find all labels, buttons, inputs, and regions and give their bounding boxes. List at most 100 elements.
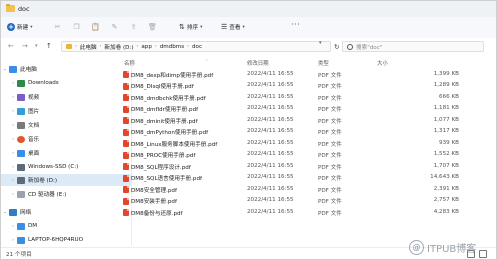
chevron-down-icon[interactable]: ⌄ (1, 210, 9, 215)
chevron-right-icon[interactable]: › (9, 81, 17, 86)
file-row[interactable]: DM8_dminit使用手册.pdf 2022/4/11 16:55 PDF 文… (123, 114, 496, 126)
up-arrow-icon[interactable]: ↑ (46, 42, 52, 50)
file-type: PDF 文件 (318, 118, 342, 125)
column-header-type[interactable]: 类型 (318, 59, 329, 67)
sidebar-item-drive-c[interactable]: › Windows-SSD (C:) (1, 161, 139, 173)
breadcrumb-item[interactable]: app (141, 44, 152, 50)
file-size: 1,552 KB (433, 151, 459, 157)
column-header-name[interactable]: 名称 (124, 59, 135, 67)
sidebar-item-dm[interactable]: › DM (1, 220, 139, 232)
file-date: 2022/4/11 16:55 (247, 116, 294, 123)
file-size: 2,391 KB (433, 185, 459, 192)
address-row: ← → ▾ ↑ › 此电脑 › 新加卷 (D:) › app › dmdbms … (1, 38, 496, 55)
column-header-date[interactable]: 修改日期 (247, 59, 269, 67)
sidebar-item-network[interactable]: ⌄ 网络 (1, 206, 131, 218)
file-row[interactable]: DM8_dexp和dimp使用手册.pdf 2022/4/11 16:55 PD… (123, 68, 496, 80)
sidebar-item-this-pc[interactable]: ⌄ 此电脑 (1, 63, 131, 75)
chevron-right-icon[interactable]: › (9, 165, 17, 170)
chevron-right-icon[interactable]: › (9, 192, 17, 197)
chevron-right-icon[interactable]: › (9, 224, 17, 229)
watermark-logo-icon: @ (409, 239, 424, 255)
file-name: DM8_dmdbchk使用手册.pdf (131, 95, 206, 102)
chevron-right-icon[interactable]: › (9, 95, 17, 100)
sidebar-item-laptop[interactable]: › LAPTOP-6HQP4RUO (1, 234, 139, 246)
file-row[interactable]: DM8_Linux服务脚本使用手册.pdf 2022/4/11 16:55 PD… (123, 137, 496, 149)
new-button[interactable]: + 新建 ▾ (5, 21, 43, 33)
refresh-icon[interactable]: ↻ (334, 43, 339, 51)
file-row[interactable]: DM8_dmfldr使用手册.pdf 2022/4/11 16:55 PDF 文… (123, 103, 496, 115)
sidebar-item-downloads[interactable]: › Downloads (1, 77, 139, 89)
file-size: 666 KB (439, 93, 459, 100)
file-type: PDF 文件 (318, 141, 342, 148)
recent-locations-icon[interactable]: ▾ (35, 43, 38, 49)
plus-icon: + (7, 23, 15, 31)
sidebar-item-drive-d[interactable]: › 新加卷 (D:) (1, 174, 131, 186)
file-name: DM8_SQL语言使用手册.pdf (131, 176, 202, 182)
file-name: DM8_PROC使用手册.pdf (131, 153, 196, 159)
view-icon: ☰ (221, 23, 228, 31)
forward-arrow-icon[interactable]: → (22, 42, 28, 50)
copy-icon[interactable]: ❐ (72, 22, 81, 31)
file-size: 1,317 KB (433, 128, 459, 134)
video-icon (17, 93, 25, 101)
watermark: @ ITPUB博客 (409, 237, 495, 257)
file-row[interactable]: DM8_PROC使用手册.pdf 2022/4/11 16:55 PDF 文件 … (123, 149, 496, 161)
file-row[interactable]: DM8备份与还原.pdf 2022/4/11 16:55 PDF 文件 4,28… (123, 206, 496, 218)
breadcrumb-item[interactable]: dmdbms (160, 44, 184, 50)
sidebar-item-desktop[interactable]: › 桌面 (1, 147, 139, 159)
paste-icon[interactable]: 📋 (91, 22, 100, 31)
file-row[interactable]: DM8_dmPython使用手册.pdf 2022/4/11 16:55 PDF… (123, 126, 496, 138)
chevron-right-icon: › (136, 44, 139, 49)
breadcrumb-item[interactable]: 此电脑 (80, 43, 97, 51)
chevron-down-icon[interactable]: ⌄ (1, 67, 9, 72)
back-arrow-icon[interactable]: ← (8, 42, 14, 50)
file-row[interactable]: DM8_DIsql使用手册.pdf 2022/4/11 16:55 PDF 文件… (123, 80, 496, 92)
file-row[interactable]: DM8_SQL语言使用手册.pdf 2022/4/11 16:55 PDF 文件… (123, 172, 496, 184)
more-options-button[interactable]: ··· (291, 20, 300, 29)
desktop-icon (17, 149, 25, 157)
file-name: DM8备份与还原.pdf (131, 210, 183, 217)
chevron-right-icon: › (187, 44, 189, 49)
download-icon (17, 79, 25, 87)
sidebar-item-label: CD 驱动器 (E:) (28, 192, 67, 198)
sidebar-item-music[interactable]: › 音乐 (1, 133, 139, 145)
chevron-right-icon[interactable]: › (9, 123, 17, 128)
search-box[interactable]: 搜索"doc" (342, 41, 484, 52)
chevron-right-icon[interactable]: › (9, 238, 17, 243)
pdf-file-icon (123, 163, 129, 170)
address-bar[interactable]: › 此电脑 › 新加卷 (D:) › app › dmdbms › doc (61, 41, 331, 52)
chevron-down-icon[interactable]: ▾ (319, 40, 322, 46)
file-type: PDF 文件 (318, 210, 342, 217)
breadcrumb-item[interactable]: doc (192, 44, 202, 50)
sidebar-item-cd-drive-e[interactable]: › CD 驱动器 (E:) (1, 188, 139, 200)
delete-icon[interactable]: 🗑 (148, 22, 157, 31)
file-row[interactable]: DM8安装手册.pdf 2022/4/11 16:55 PDF 文件 2,757… (123, 195, 496, 207)
chevron-right-icon[interactable]: › (9, 109, 17, 114)
file-row[interactable]: DM8_SQL程序设计.pdf 2022/4/11 16:55 PDF 文件 1… (123, 160, 496, 172)
sidebar-item-label: 文档 (28, 123, 40, 129)
picture-icon (17, 107, 25, 115)
file-name: DM8_dminit使用手册.pdf (131, 118, 198, 125)
sidebar-item-documents[interactable]: › 文档 (1, 119, 139, 131)
chevron-right-icon[interactable]: › (9, 178, 17, 183)
breadcrumb-item[interactable]: 新加卷 (D:) (104, 43, 133, 51)
file-row[interactable]: DM8安全管理.pdf 2022/4/11 16:55 PDF 文件 2,391… (123, 183, 496, 195)
sidebar-item-videos[interactable]: › 视频 (1, 91, 139, 103)
sort-button[interactable]: ⇅ 排序 ▾ (179, 21, 202, 33)
file-date: 2022/4/11 16:55 (247, 139, 294, 146)
chevron-right-icon: › (99, 44, 102, 49)
file-date: 2022/4/11 16:55 (247, 82, 294, 88)
cut-icon[interactable]: ✂ (53, 22, 62, 31)
chevron-down-icon: ▾ (30, 24, 33, 30)
rename-icon[interactable]: ✎ (110, 22, 119, 31)
column-header-size[interactable]: 大小 (377, 59, 388, 67)
share-icon[interactable]: ⇪ (129, 22, 138, 31)
file-name: DM8_DIsql使用手册.pdf (131, 84, 194, 90)
file-type: PDF 文件 (318, 153, 342, 159)
pdf-file-icon (123, 151, 129, 159)
chevron-right-icon[interactable]: › (9, 137, 17, 142)
sidebar-item-pictures[interactable]: › 图片 (1, 105, 139, 117)
chevron-right-icon[interactable]: › (9, 151, 17, 156)
file-row[interactable]: DM8_dmdbchk使用手册.pdf 2022/4/11 16:55 PDF … (123, 91, 496, 103)
view-button[interactable]: ☰ 查看 ▾ (221, 21, 245, 33)
